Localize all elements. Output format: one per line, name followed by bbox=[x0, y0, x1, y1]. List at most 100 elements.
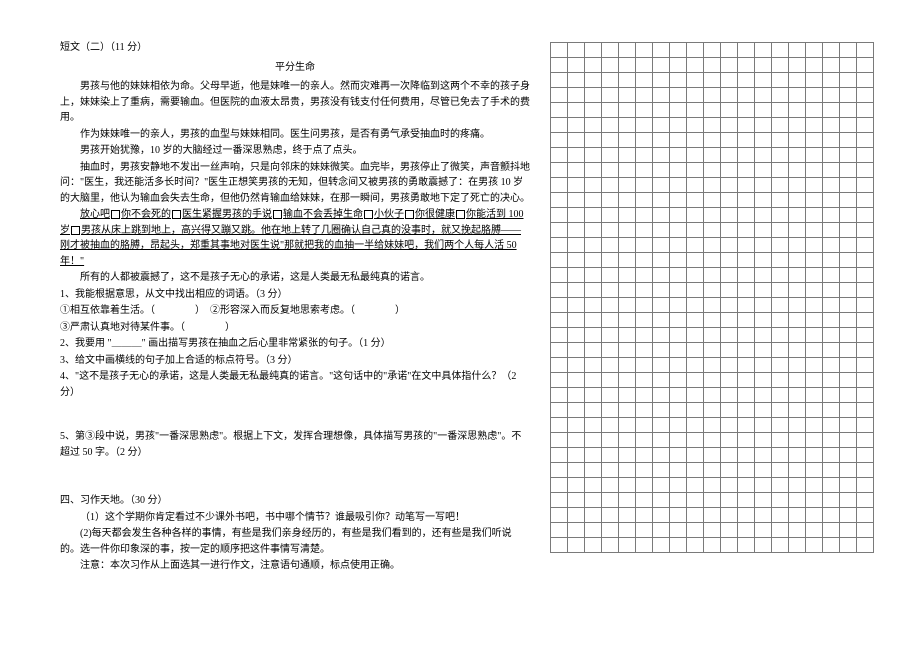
writing-cell[interactable] bbox=[687, 73, 704, 88]
writing-cell[interactable] bbox=[551, 388, 568, 403]
writing-cell[interactable] bbox=[619, 253, 636, 268]
writing-cell[interactable] bbox=[653, 523, 670, 538]
writing-cell[interactable] bbox=[551, 328, 568, 343]
writing-cell[interactable] bbox=[721, 463, 738, 478]
writing-cell[interactable] bbox=[738, 118, 755, 133]
writing-cell[interactable] bbox=[568, 508, 585, 523]
writing-cell[interactable] bbox=[789, 328, 806, 343]
writing-cell[interactable] bbox=[704, 178, 721, 193]
writing-cell[interactable] bbox=[636, 478, 653, 493]
writing-cell[interactable] bbox=[619, 448, 636, 463]
writing-cell[interactable] bbox=[653, 403, 670, 418]
writing-cell[interactable] bbox=[585, 418, 602, 433]
writing-cell[interactable] bbox=[840, 523, 857, 538]
writing-cell[interactable] bbox=[738, 73, 755, 88]
writing-cell[interactable] bbox=[653, 508, 670, 523]
writing-cell[interactable] bbox=[602, 403, 619, 418]
writing-cell[interactable] bbox=[704, 133, 721, 148]
writing-cell[interactable] bbox=[568, 403, 585, 418]
writing-cell[interactable] bbox=[585, 328, 602, 343]
writing-cell[interactable] bbox=[840, 478, 857, 493]
writing-cell[interactable] bbox=[806, 118, 823, 133]
writing-cell[interactable] bbox=[840, 133, 857, 148]
writing-cell[interactable] bbox=[704, 328, 721, 343]
writing-cell[interactable] bbox=[636, 88, 653, 103]
writing-cell[interactable] bbox=[738, 253, 755, 268]
writing-cell[interactable] bbox=[551, 463, 568, 478]
writing-cell[interactable] bbox=[653, 178, 670, 193]
writing-cell[interactable] bbox=[568, 58, 585, 73]
writing-cell[interactable] bbox=[721, 58, 738, 73]
writing-cell[interactable] bbox=[602, 538, 619, 553]
writing-cell[interactable] bbox=[568, 163, 585, 178]
writing-cell[interactable] bbox=[738, 418, 755, 433]
writing-cell[interactable] bbox=[619, 493, 636, 508]
writing-cell[interactable] bbox=[670, 478, 687, 493]
writing-cell[interactable] bbox=[670, 508, 687, 523]
writing-cell[interactable] bbox=[551, 448, 568, 463]
writing-cell[interactable] bbox=[840, 148, 857, 163]
writing-cell[interactable] bbox=[755, 523, 772, 538]
writing-cell[interactable] bbox=[806, 463, 823, 478]
writing-cell[interactable] bbox=[823, 343, 840, 358]
writing-cell[interactable] bbox=[551, 313, 568, 328]
writing-cell[interactable] bbox=[687, 223, 704, 238]
writing-cell[interactable] bbox=[636, 58, 653, 73]
writing-cell[interactable] bbox=[670, 223, 687, 238]
writing-cell[interactable] bbox=[738, 283, 755, 298]
writing-cell[interactable] bbox=[687, 478, 704, 493]
writing-cell[interactable] bbox=[704, 103, 721, 118]
writing-cell[interactable] bbox=[602, 73, 619, 88]
writing-cell[interactable] bbox=[670, 328, 687, 343]
writing-cell[interactable] bbox=[670, 268, 687, 283]
writing-cell[interactable] bbox=[840, 343, 857, 358]
writing-cell[interactable] bbox=[670, 313, 687, 328]
writing-cell[interactable] bbox=[789, 448, 806, 463]
writing-cell[interactable] bbox=[568, 313, 585, 328]
writing-cell[interactable] bbox=[602, 208, 619, 223]
writing-cell[interactable] bbox=[721, 283, 738, 298]
writing-cell[interactable] bbox=[602, 373, 619, 388]
writing-cell[interactable] bbox=[704, 73, 721, 88]
writing-cell[interactable] bbox=[585, 163, 602, 178]
writing-cell[interactable] bbox=[619, 268, 636, 283]
writing-cell[interactable] bbox=[602, 103, 619, 118]
writing-cell[interactable] bbox=[653, 418, 670, 433]
writing-cell[interactable] bbox=[840, 493, 857, 508]
writing-cell[interactable] bbox=[687, 283, 704, 298]
writing-cell[interactable] bbox=[755, 193, 772, 208]
writing-cell[interactable] bbox=[772, 208, 789, 223]
writing-cell[interactable] bbox=[789, 238, 806, 253]
writing-cell[interactable] bbox=[806, 373, 823, 388]
writing-cell[interactable] bbox=[789, 433, 806, 448]
writing-cell[interactable] bbox=[772, 238, 789, 253]
writing-cell[interactable] bbox=[636, 178, 653, 193]
writing-cell[interactable] bbox=[721, 493, 738, 508]
writing-cell[interactable] bbox=[619, 538, 636, 553]
writing-cell[interactable] bbox=[772, 253, 789, 268]
writing-cell[interactable] bbox=[857, 463, 874, 478]
writing-cell[interactable] bbox=[653, 148, 670, 163]
writing-cell[interactable] bbox=[738, 328, 755, 343]
writing-cell[interactable] bbox=[789, 418, 806, 433]
writing-cell[interactable] bbox=[568, 148, 585, 163]
writing-cell[interactable] bbox=[653, 478, 670, 493]
writing-cell[interactable] bbox=[653, 193, 670, 208]
writing-cell[interactable] bbox=[704, 358, 721, 373]
writing-cell[interactable] bbox=[738, 58, 755, 73]
writing-cell[interactable] bbox=[653, 313, 670, 328]
writing-cell[interactable] bbox=[602, 343, 619, 358]
writing-cell[interactable] bbox=[857, 523, 874, 538]
writing-cell[interactable] bbox=[857, 313, 874, 328]
writing-cell[interactable] bbox=[636, 193, 653, 208]
writing-cell[interactable] bbox=[551, 268, 568, 283]
writing-cell[interactable] bbox=[687, 418, 704, 433]
writing-cell[interactable] bbox=[789, 118, 806, 133]
writing-cell[interactable] bbox=[670, 103, 687, 118]
writing-cell[interactable] bbox=[755, 388, 772, 403]
writing-cell[interactable] bbox=[840, 58, 857, 73]
writing-cell[interactable] bbox=[738, 178, 755, 193]
writing-cell[interactable] bbox=[704, 433, 721, 448]
writing-cell[interactable] bbox=[670, 43, 687, 58]
writing-cell[interactable] bbox=[670, 493, 687, 508]
